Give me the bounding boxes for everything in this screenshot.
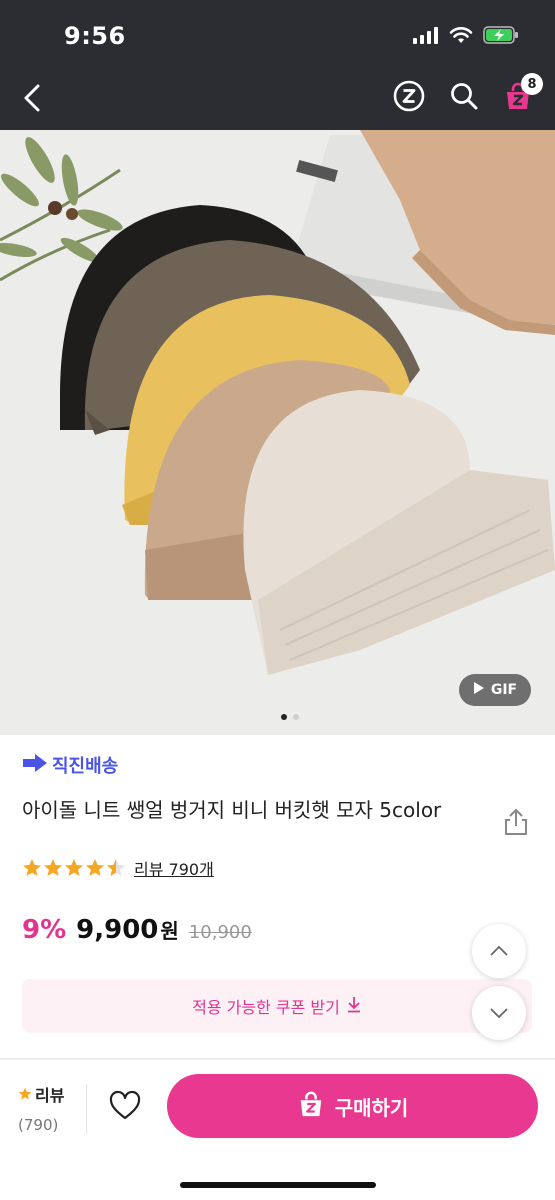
home-indicator [180,1182,376,1188]
battery-charging-icon [483,26,519,48]
rating-row[interactable]: 리뷰 790개 [22,856,214,880]
star-icon [23,859,41,876]
price-unit: 원 [160,919,179,943]
discount-rate: 9% [22,915,67,945]
back-button[interactable] [16,78,52,118]
star-icon [44,859,62,876]
gif-button[interactable]: GIF [459,674,531,706]
top-bar: 9:56 8 [0,0,555,130]
chevron-down-icon [490,1008,508,1019]
coupon-download-button[interactable]: 적용 가능한 쿠폰 받기 [22,979,532,1033]
share-icon [505,809,527,835]
original-price: 10,900 [188,922,252,943]
download-arrow-icon [346,995,362,1017]
bottom-review-summary[interactable]: 리뷰 (790) [18,1082,64,1134]
bottom-review-count: (790) [18,1116,59,1134]
wifi-icon [449,26,473,48]
star-icon [18,1087,32,1100]
shopping-bag-icon [297,1090,325,1123]
price-row: 9% 9,900 원 10,900 [22,915,252,945]
shipping-label: 직진배송 [52,756,119,777]
carousel-dot-active[interactable] [281,714,287,720]
nav-actions: 8 [393,73,543,116]
scroll-down-button[interactable] [472,986,526,1040]
buy-label: 구매하기 [334,1095,409,1120]
wishlist-button[interactable] [108,1090,142,1126]
bottom-review-label: 리뷰 [35,1086,65,1105]
gif-label: GIF [490,682,518,698]
cart-button[interactable]: 8 [503,73,543,115]
heart-icon [109,1090,141,1120]
status-time: 9:56 [64,22,126,50]
buy-button[interactable]: 구매하기 [167,1074,538,1138]
scroll-up-button[interactable] [472,924,526,978]
product-photo-illustration [0,130,555,735]
star-icon [86,859,104,876]
arrow-right-icon [22,753,48,778]
status-icons [413,26,519,48]
carousel-dot[interactable] [293,714,299,720]
star-icon [65,859,83,876]
sale-price: 9,900 [76,915,159,945]
star-rating [22,858,126,878]
search-icon[interactable] [449,81,479,115]
shipping-badge: 직진배송 [22,752,118,778]
share-button[interactable] [500,806,532,842]
chevron-up-icon [490,945,508,956]
product-title: 아이돌 니트 쌩얼 벙거지 비니 버킷햇 모자 5color [22,798,442,822]
product-image[interactable] [0,130,555,735]
coupon-label: 적용 가능한 쿠폰 받기 [192,998,340,1017]
cart-count-badge: 8 [521,73,543,95]
bottom-separator [86,1084,87,1134]
zigzag-home-icon[interactable] [393,80,425,116]
review-count-link[interactable]: 리뷰 790개 [134,856,214,880]
play-icon [473,681,485,699]
half-star-icon [107,859,125,876]
bottom-bar-divider [0,1058,555,1060]
cellular-signal-icon [413,26,439,48]
